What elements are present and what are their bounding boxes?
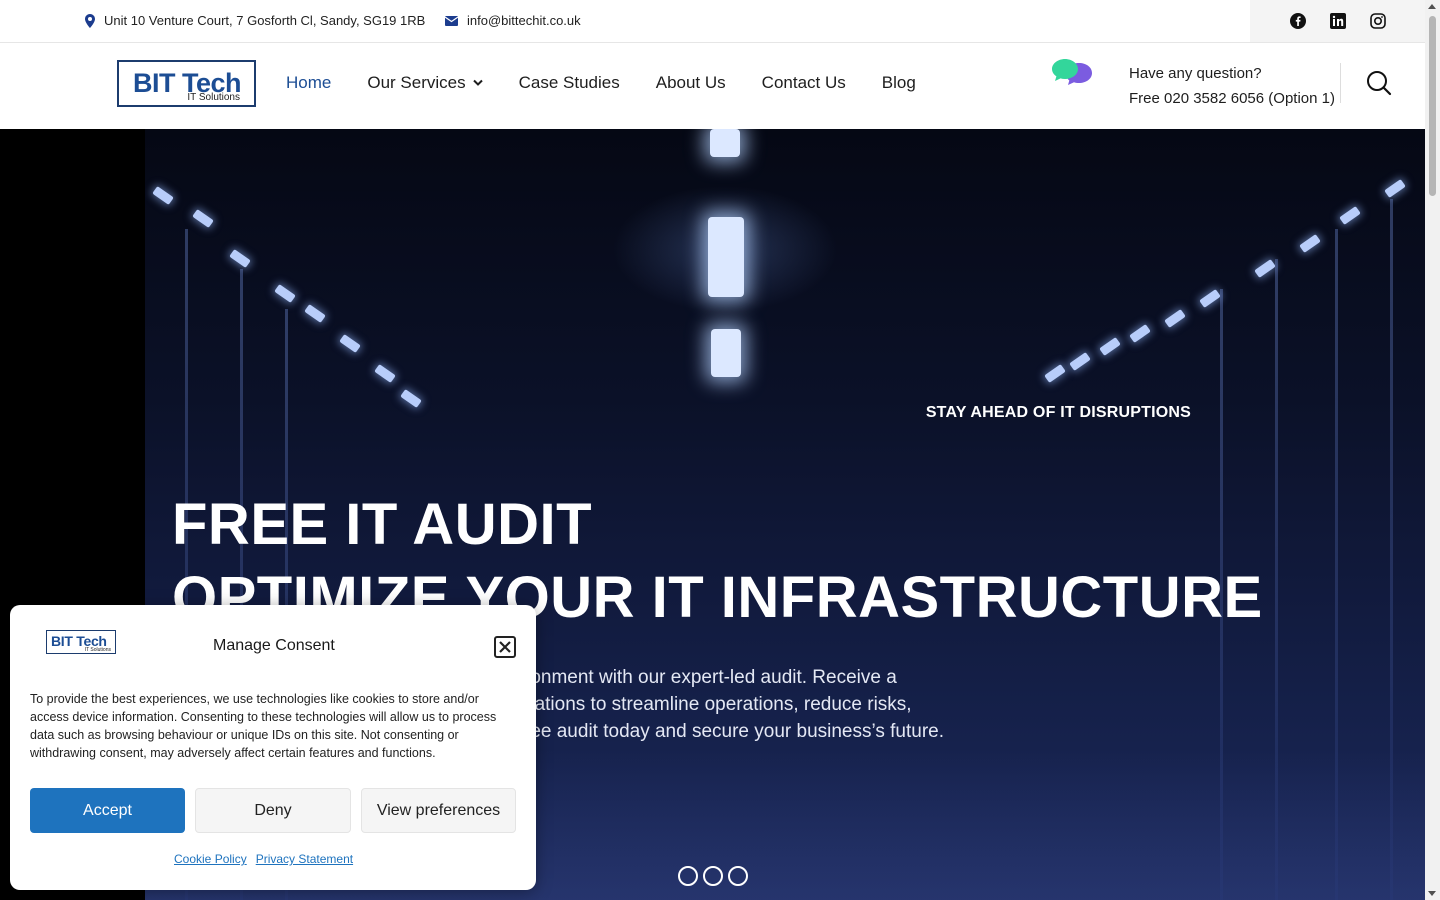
- rack-light: [229, 249, 251, 268]
- nav-case-studies[interactable]: Case Studies: [519, 73, 620, 93]
- email-info[interactable]: info@bittechit.co.uk: [445, 13, 581, 28]
- hero-headline-1: FREE IT AUDIT: [172, 492, 593, 557]
- scroll-down-arrow-icon[interactable]: [1428, 891, 1436, 896]
- hero-eyebrow: STAY AHEAD OF IT DISRUPTIONS: [925, 404, 1191, 421]
- rack-light: [1069, 352, 1091, 371]
- consent-dialog: BIT Tech IT Solutions Manage Consent To …: [10, 605, 536, 890]
- address-text: Unit 10 Venture Court, 7 Gosforth Cl, Sa…: [104, 13, 426, 28]
- page-scrollbar[interactable]: [1425, 0, 1440, 900]
- social-links: [1250, 0, 1425, 42]
- view-preferences-button[interactable]: View preferences: [361, 788, 516, 833]
- linkedin-icon[interactable]: [1329, 13, 1346, 29]
- envelope-icon: [445, 15, 458, 26]
- location-pin-icon: [85, 13, 95, 28]
- rack-light: [1099, 337, 1121, 356]
- slider-dot-3[interactable]: [728, 866, 748, 886]
- deny-button[interactable]: Deny: [195, 788, 351, 833]
- scrollbar-thumb[interactable]: [1429, 16, 1436, 196]
- close-icon: [499, 641, 511, 653]
- nav-about-us[interactable]: About Us: [656, 73, 726, 93]
- rack-light: [274, 284, 296, 303]
- nav-contact-us[interactable]: Contact Us: [762, 73, 846, 93]
- rack-light: [1129, 324, 1151, 343]
- facebook-icon[interactable]: [1289, 13, 1306, 29]
- site-logo[interactable]: BIT Tech IT Solutions: [117, 60, 256, 107]
- nav-blog[interactable]: Blog: [882, 73, 916, 93]
- slider-dots: [678, 866, 748, 886]
- top-info-bar: Unit 10 Venture Court, 7 Gosforth Cl, Sa…: [0, 0, 1425, 43]
- search-icon[interactable]: [1366, 70, 1392, 96]
- privacy-statement-link[interactable]: Privacy Statement: [256, 852, 353, 866]
- ceiling-light: [708, 217, 744, 297]
- header-divider: [1340, 63, 1341, 103]
- rack-light: [400, 389, 422, 408]
- rack-light: [1384, 179, 1406, 198]
- ceiling-light: [711, 329, 741, 377]
- rack-light: [152, 186, 174, 205]
- rack-light: [1164, 309, 1186, 328]
- consent-logo-subtext: IT Solutions: [84, 647, 111, 653]
- question-label: Have any question?: [1129, 65, 1262, 82]
- main-header: BIT Tech IT Solutions Home Our Services …: [0, 43, 1425, 129]
- slider-dot-2[interactable]: [703, 866, 723, 886]
- contact-question: Have any question? Free 020 3582 6056 (O…: [1129, 61, 1335, 111]
- scroll-up-arrow-icon[interactable]: [1428, 4, 1436, 9]
- consent-links: Cookie Policy Privacy Statement: [174, 852, 353, 866]
- phone-number[interactable]: Free 020 3582 6056 (Option 1): [1129, 86, 1335, 111]
- email-link[interactable]: info@bittechit.co.uk: [467, 13, 581, 28]
- rack-light: [1339, 206, 1361, 225]
- nav-home[interactable]: Home: [286, 73, 331, 93]
- rack-light: [1299, 234, 1321, 253]
- consent-body: To provide the best experiences, we use …: [30, 692, 497, 760]
- logo-subtext: IT Solutions: [187, 92, 240, 103]
- chat-bubbles-icon: [1052, 59, 1092, 85]
- address-info: Unit 10 Venture Court, 7 Gosforth Cl, Sa…: [85, 13, 425, 28]
- slider-dot-1[interactable]: [678, 866, 698, 886]
- rack-light: [192, 209, 214, 228]
- consent-logo: BIT Tech IT Solutions: [46, 630, 116, 654]
- consent-title: Manage Consent: [213, 637, 335, 654]
- rack-light: [374, 364, 396, 383]
- rack-light: [339, 334, 361, 353]
- instagram-icon[interactable]: [1369, 13, 1386, 29]
- rack-light: [1044, 364, 1066, 383]
- nav-our-services[interactable]: Our Services: [367, 73, 483, 93]
- rack-light: [1199, 289, 1221, 308]
- main-nav: Home Our Services Case Studies About Us …: [286, 73, 916, 93]
- close-button[interactable]: [494, 636, 516, 658]
- rack-light: [1254, 259, 1276, 278]
- rack-light: [304, 304, 326, 323]
- ceiling-light: [710, 129, 740, 157]
- accept-button[interactable]: Accept: [30, 788, 185, 833]
- cookie-policy-link[interactable]: Cookie Policy: [174, 852, 247, 866]
- chevron-down-icon: [472, 79, 483, 86]
